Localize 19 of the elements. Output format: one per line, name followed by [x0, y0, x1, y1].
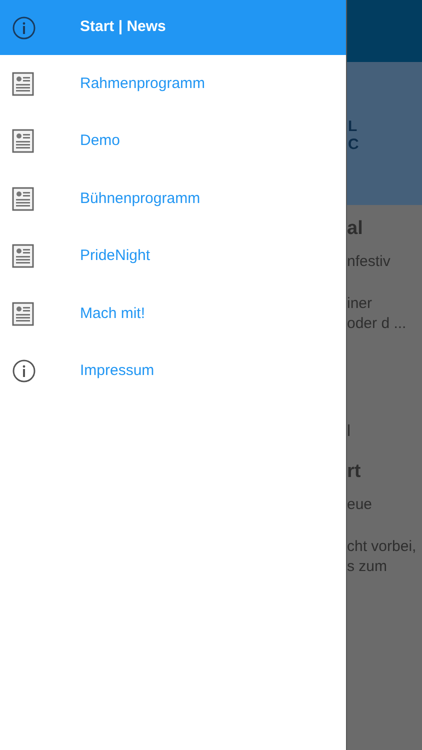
newspaper-icon [12, 72, 34, 96]
newspaper-icon [12, 186, 34, 211]
post-text: s zum [347, 556, 388, 576]
post-text: oder d ... [347, 314, 408, 334]
post-title: al [347, 217, 364, 241]
drawer-item[interactable]: Start | News [0, 0, 346, 55]
newspaper-icon [12, 129, 34, 154]
logo-text: C [347, 136, 359, 154]
post-text: nfestiv [347, 252, 392, 272]
info-icon [12, 359, 36, 384]
newspaper-icon [12, 302, 34, 326]
post-text: l [347, 422, 352, 442]
newspaper-icon [12, 244, 34, 268]
post-title: rt [347, 460, 362, 484]
logo-text: L [347, 118, 358, 136]
post-text: iner [347, 294, 374, 314]
post-text: eue [347, 494, 374, 514]
post-text: cht vorbei, [347, 536, 418, 556]
info-icon [12, 16, 36, 40]
